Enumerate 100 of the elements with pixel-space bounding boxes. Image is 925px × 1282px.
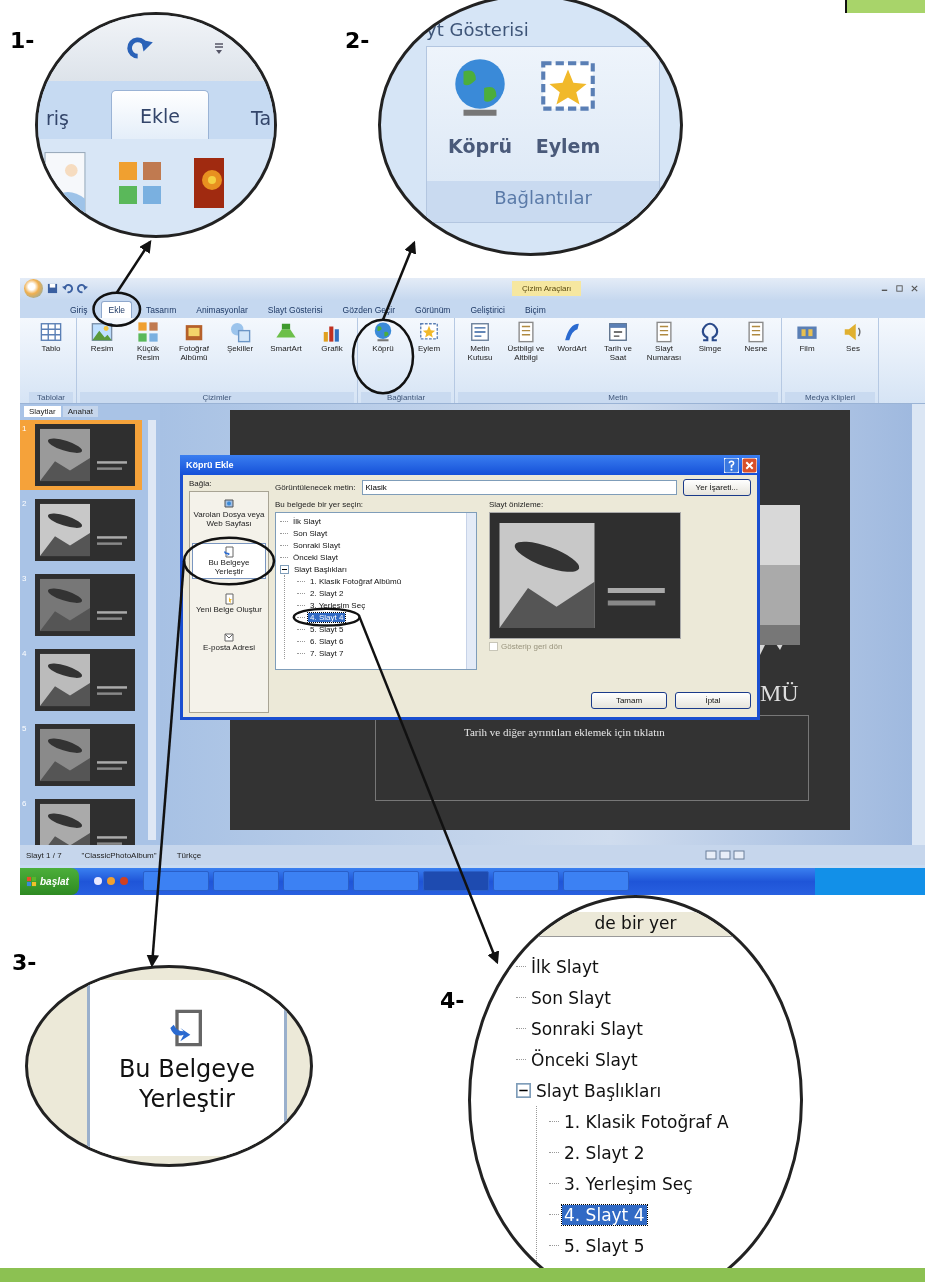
document-icon — [515, 320, 537, 343]
globe-icon — [372, 320, 394, 343]
ribbon-tab[interactable]: Geliştirici — [464, 301, 511, 318]
slide-number: 5 — [22, 724, 28, 736]
tree-item[interactable]: Önceki Slayt — [529, 1049, 640, 1070]
tree-item[interactable]: Slayt Başlıkları — [292, 564, 349, 574]
close-icon[interactable] — [910, 284, 919, 294]
ribbon-button[interactable]: Küçük Resim — [126, 320, 170, 393]
tree-item[interactable]: Önceki Slayt — [291, 552, 340, 562]
tree-item[interactable]: Sonraki Slayt — [291, 540, 343, 550]
ribbon-button[interactable]: SmartArt — [264, 320, 308, 393]
slideshow-icon[interactable] — [733, 850, 745, 861]
tree-item[interactable]: 4. Slayt 4 — [308, 612, 346, 622]
scrollbar[interactable] — [148, 420, 156, 841]
ribbon-button[interactable]: Şekiller — [218, 320, 262, 393]
link-type-button[interactable]: E-posta Adresi — [192, 629, 266, 655]
ribbon-tab[interactable]: Slayt Gösterisi — [261, 301, 329, 318]
tree-item[interactable]: 5. Slayt 5 — [562, 1235, 647, 1256]
ribbon-button[interactable]: Resim — [80, 320, 124, 393]
ribbon-tab[interactable]: Ta — [247, 97, 274, 139]
ribbon-button[interactable]: Ses — [831, 320, 875, 393]
tree-item[interactable]: Son Slayt — [529, 987, 614, 1008]
collapse-icon[interactable] — [516, 1083, 531, 1098]
tree-item[interactable]: 3. Yerleşim Seç — [308, 600, 368, 610]
ribbon-tab[interactable]: Ekle — [111, 90, 209, 139]
tree-item[interactable]: 6. Slayt 6 — [308, 636, 346, 646]
ribbon-button[interactable]: Metin Kutusu — [458, 320, 502, 393]
tree-item[interactable]: Son Slayt — [291, 528, 330, 538]
tree-item[interactable]: 5. Slayt 5 — [308, 624, 346, 634]
ribbon-button[interactable]: Nesne — [734, 320, 778, 393]
start-button[interactable]: başlat — [20, 868, 79, 895]
ribbon-button[interactable]: Tablo — [29, 320, 73, 393]
placeholder-text: Tarih ve diğer ayrıntıları eklemek için tıklatın — [463, 725, 666, 739]
tree-item[interactable]: 1. Klasik Fotoğraf A — [562, 1111, 731, 1132]
save-icon[interactable] — [47, 283, 58, 295]
envelope-icon — [223, 631, 235, 644]
bookmark-button[interactable]: Yer İşareti... — [682, 479, 751, 497]
panel-tab[interactable]: Anahat — [62, 406, 99, 418]
ribbon-button[interactable]: Simge — [688, 320, 732, 393]
redo-icon[interactable] — [126, 36, 154, 60]
text-field[interactable]: Klasik — [361, 480, 677, 496]
ribbon-button[interactable]: Üstbilgi ve Altbilgi — [504, 320, 548, 393]
step-number: 1- — [10, 28, 35, 53]
panel-tab[interactable]: Slaytlar — [24, 406, 61, 418]
tree-item[interactable]: 3. Yerleşim Seç — [562, 1173, 695, 1194]
ribbon-button[interactable]: Köprü — [447, 55, 513, 181]
ribbon-button[interactable]: Grafik — [310, 320, 354, 393]
ribbon-tab[interactable]: Biçim — [518, 301, 552, 318]
dialog-button[interactable]: Tamam — [591, 692, 667, 710]
ribbon-button[interactable]: Tarih ve Saat — [596, 320, 640, 393]
normal-view-icon[interactable] — [705, 850, 717, 861]
undo-icon[interactable] — [62, 283, 73, 295]
photo-album-icon[interactable] — [194, 157, 224, 209]
highlight-ring — [92, 291, 142, 327]
slide-number: 4 — [22, 649, 28, 661]
link-type-button[interactable]: Bu Belgeye Yerleştir — [87, 980, 287, 1156]
redo-icon[interactable] — [77, 283, 88, 295]
taskbar-button[interactable] — [142, 871, 209, 892]
help-icon[interactable] — [724, 457, 739, 473]
ribbon-tab[interactable]: Ekle — [101, 300, 133, 318]
tree-item[interactable]: 2. Slayt 2 — [562, 1142, 647, 1163]
sorter-view-icon[interactable] — [719, 850, 731, 861]
ribbon-button[interactable]: Fotoğraf Albümü — [172, 320, 216, 393]
ribbon-tab[interactable]: Giriş — [64, 301, 94, 318]
ribbon-button[interactable]: Slayt Numarası — [642, 320, 686, 393]
scrollbar[interactable] — [466, 513, 476, 670]
group-label: Metin — [458, 392, 778, 404]
link-type-button[interactable]: Bu Belgeye Yerleştir — [192, 542, 266, 580]
scrollbar[interactable] — [912, 404, 925, 846]
group-label: Çizimler — [80, 392, 354, 404]
tree-item[interactable]: 1. Klasik Fotoğraf Albümü — [308, 576, 404, 586]
ribbon-tab[interactable]: Animasyonlar — [190, 301, 254, 318]
ribbon-button[interactable]: Eylem — [407, 320, 451, 393]
ribbon-tab[interactable]: Görünüm — [409, 301, 457, 318]
ribbon-button[interactable]: Film — [785, 320, 829, 393]
customize-icon[interactable] — [214, 41, 224, 55]
ribbon-button[interactable]: WordArt — [550, 320, 594, 393]
ribbon-tab[interactable]: Tasarım — [140, 301, 183, 318]
link-type-button[interactable]: Yeni Belge Oluştur — [192, 591, 266, 618]
ribbon-button[interactable]: Eylem — [535, 55, 601, 181]
taskbar-button[interactable] — [422, 871, 489, 892]
link-type-button[interactable]: Varolan Dosya veya Web Sayfası — [192, 496, 266, 531]
field-label: Bağla: — [189, 479, 213, 489]
tree-item[interactable]: İlk Slayt — [291, 516, 323, 526]
dialog-button[interactable]: İptal — [675, 692, 751, 710]
tree-item[interactable]: Sonraki Slayt — [529, 1018, 645, 1039]
launcher-icon[interactable] — [105, 876, 116, 887]
tree-item[interactable]: Slayt Başlıkları — [534, 1080, 664, 1101]
maximize-icon[interactable] — [895, 284, 904, 294]
clipart-icon — [116, 159, 164, 207]
tree-item[interactable]: 2. Slayt 2 — [308, 588, 346, 598]
launcher-icon[interactable] — [92, 876, 103, 887]
ribbon-button[interactable]: Köprü — [361, 320, 405, 393]
new-document-icon — [223, 593, 235, 606]
tree-item[interactable]: 4. Slayt 4 — [562, 1204, 647, 1225]
web-page-icon — [223, 498, 235, 511]
ribbon-tab[interactable]: riş — [42, 97, 73, 139]
collapse-icon[interactable] — [280, 564, 289, 574]
tree-item[interactable]: İlk Slayt — [529, 956, 601, 977]
tree-item[interactable]: 7. Slayt 7 — [308, 648, 346, 658]
